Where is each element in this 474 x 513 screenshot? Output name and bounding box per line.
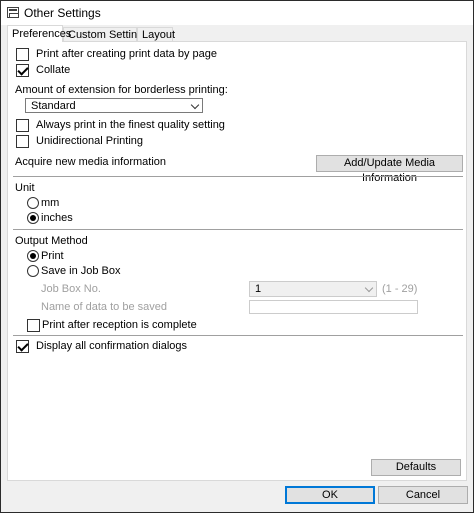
job-box-range: (1 - 29) [382,283,418,295]
unit-mm-label: mm [41,197,60,209]
extension-label: Amount of extension for borderless print… [15,84,228,96]
ok-button[interactable]: OK [285,486,375,504]
collate-checkbox[interactable] [16,64,29,77]
unit-inches-radio[interactable] [27,212,39,224]
chevron-down-icon [190,100,200,110]
always-finest-checkbox[interactable] [16,119,29,132]
output-save-job-box-radio[interactable] [27,265,39,277]
divider [13,335,463,336]
tab-preferences[interactable]: Preferences [7,25,71,42]
unit-mm-radio[interactable] [27,197,39,209]
job-box-no-label: Job Box No. [41,283,101,295]
extension-selected-value: Standard [31,100,76,112]
output-save-job-box-label: Save in Job Box [41,265,121,277]
tab-custom-settings[interactable]: Custom Settings [63,27,149,42]
divider [13,229,463,230]
print-after-reception-checkbox[interactable] [27,319,40,332]
unit-inches-label: inches [41,212,73,224]
cancel-button[interactable]: Cancel [378,486,468,504]
divider [13,176,463,177]
add-update-media-button[interactable]: Add/Update Media Information [316,155,463,184]
tab-layout[interactable]: Layout [137,27,175,42]
output-print-radio[interactable] [27,250,39,262]
always-finest-label: Always print in the finest quality setti… [36,119,225,131]
preferences-panel: Print after creating print data by page … [7,41,467,481]
title-bar: Other Settings [1,1,473,25]
print-after-creating-checkbox[interactable] [16,48,29,61]
output-method-label: Output Method [15,235,88,247]
other-settings-dialog: Other Settings Preferences Custom Settin… [0,0,474,513]
unidirectional-label: Unidirectional Printing [36,135,143,147]
job-box-no-select[interactable]: 1 [249,281,377,297]
window-title: Other Settings [24,6,101,20]
display-confirmation-checkbox[interactable] [16,340,29,353]
collate-label: Collate [36,64,71,76]
data-name-input[interactable] [249,300,418,314]
output-print-label: Print [41,250,64,262]
acquire-media-label: Acquire new media information [15,156,167,168]
chevron-down-icon [364,283,374,293]
print-after-reception-label: Print after reception is complete [42,319,197,331]
defaults-button[interactable]: Defaults [371,459,461,476]
printer-icon [7,7,19,18]
job-box-no-value: 1 [255,283,262,295]
display-confirmation-label: Display all confirmation dialogs [36,340,188,352]
unit-label: Unit [15,182,35,194]
print-after-creating-label: Print after creating print data by page [36,48,217,60]
data-name-label: Name of data to be saved [41,301,167,313]
unidirectional-checkbox[interactable] [16,135,29,148]
extension-select[interactable]: Standard [25,98,203,113]
